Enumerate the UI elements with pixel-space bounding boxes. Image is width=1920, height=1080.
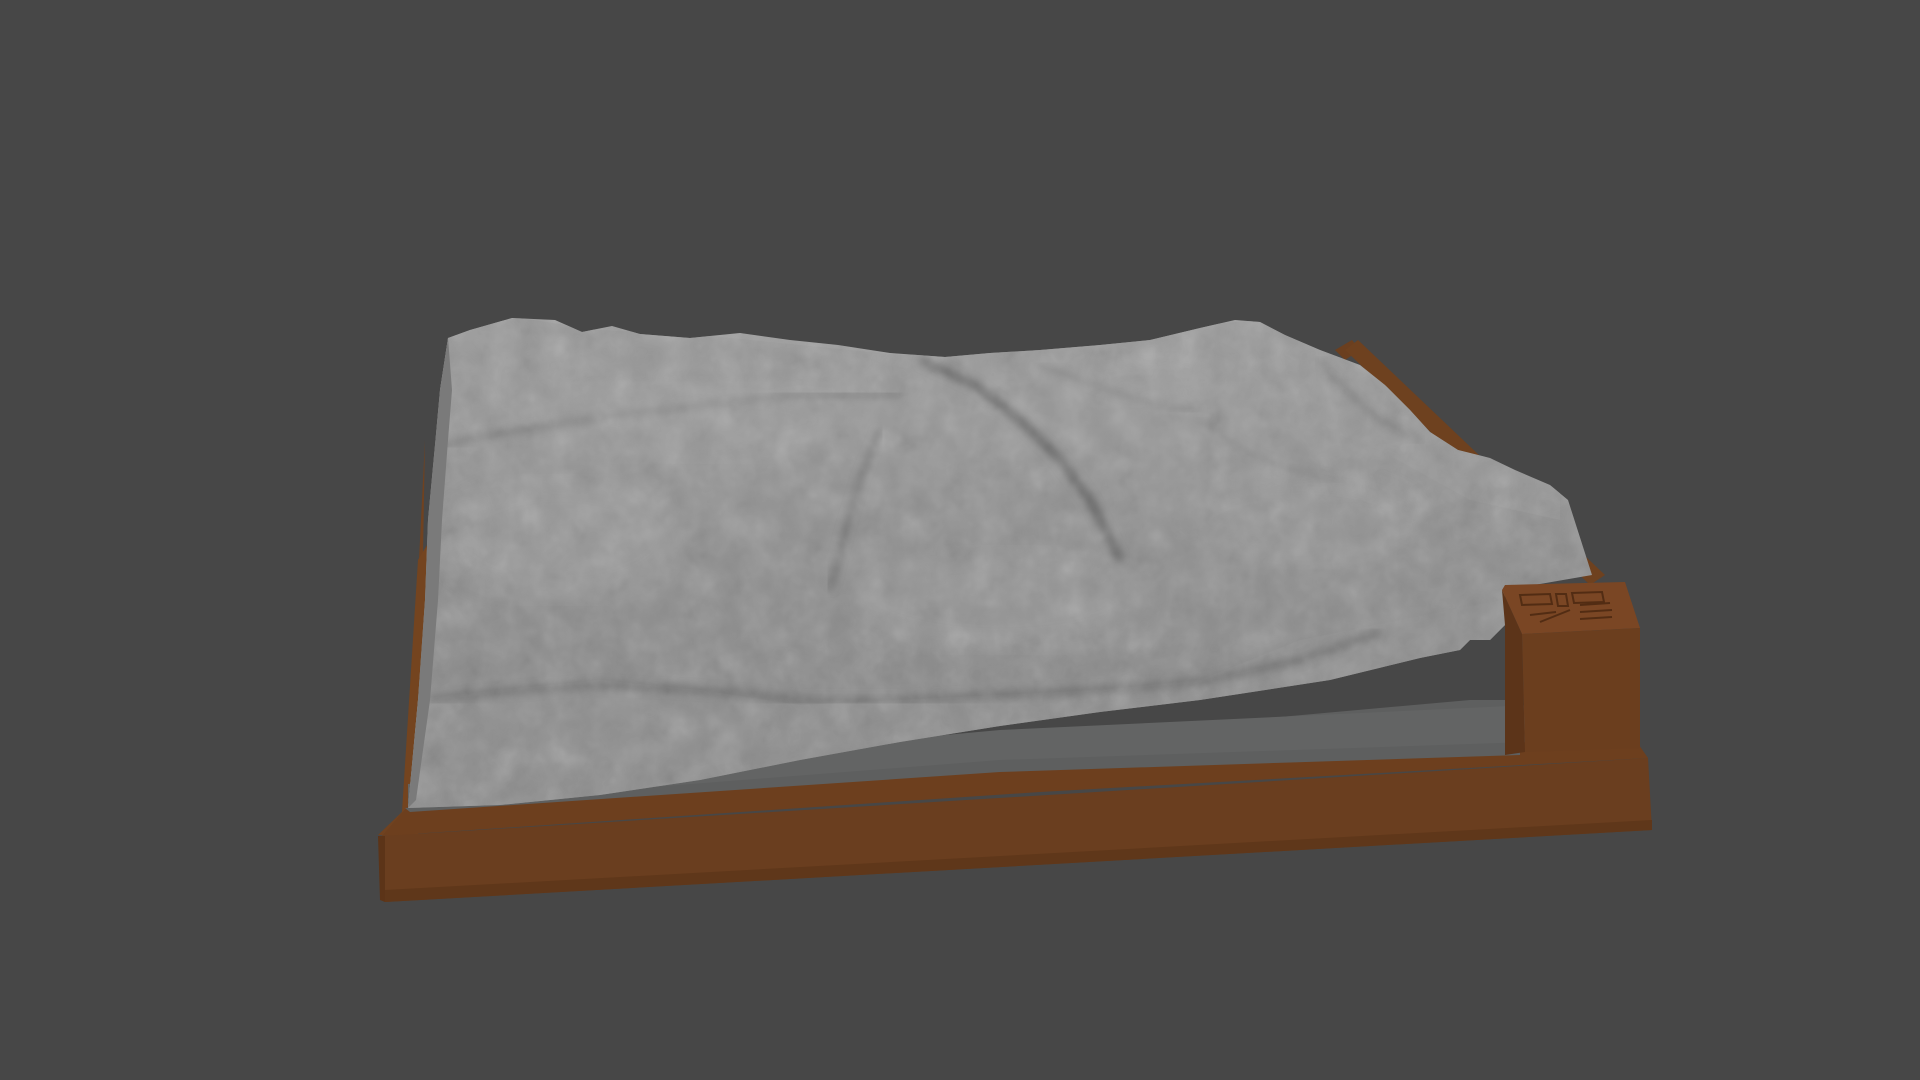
viewport	[0, 0, 1920, 1080]
legend-block	[1502, 582, 1640, 755]
terrain-model-scene	[378, 318, 1652, 902]
